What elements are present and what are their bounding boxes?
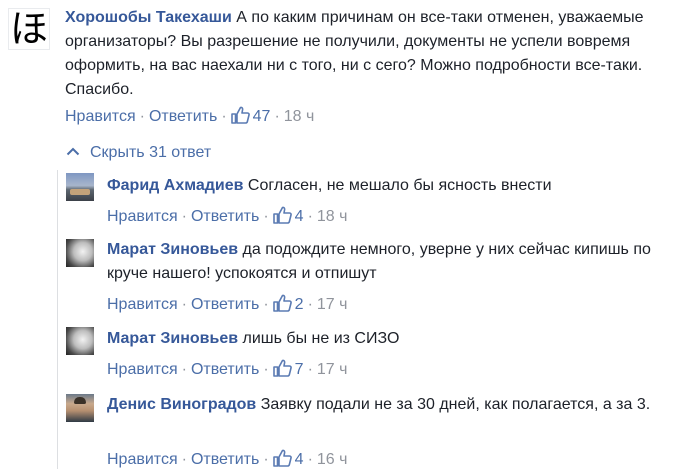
comment-body: Хорошобы Такехаши А по каким причинам он… — [65, 6, 665, 102]
separator: · — [307, 451, 313, 468]
separator: · — [263, 296, 269, 313]
hide-replies-toggle[interactable]: Скрыть 31 ответ — [66, 141, 211, 164]
separator: · — [274, 108, 280, 125]
timestamp[interactable]: 16 ч — [317, 451, 348, 468]
reply-button[interactable]: Ответить — [191, 208, 259, 225]
thumbs-up-icon — [272, 206, 292, 229]
like-count[interactable]: 47 — [253, 108, 271, 125]
separator: · — [307, 208, 313, 225]
separator: · — [181, 361, 187, 378]
reply-body: Фарид Ахмадиев Согласен, не мешало бы яс… — [107, 174, 667, 198]
separator: · — [263, 451, 269, 468]
timestamp[interactable]: 17 ч — [317, 361, 348, 378]
avatar[interactable]: ほ — [8, 8, 50, 50]
like-count[interactable]: 4 — [295, 451, 304, 468]
reply-text: лишь бы не из СИЗО — [242, 330, 400, 347]
reply: Фарид Ахмадиев Согласен, не мешало бы яс… — [0, 170, 675, 230]
thumbs-up-icon — [230, 106, 250, 129]
reply-author[interactable]: Марат Зиновьев — [107, 241, 238, 258]
avatar[interactable] — [66, 327, 94, 355]
timestamp[interactable]: 17 ч — [317, 296, 348, 313]
separator: · — [181, 451, 187, 468]
separator: · — [181, 208, 187, 225]
reply-body: Марат Зиновьев лишь бы не из СИЗО — [107, 327, 667, 351]
separator: · — [307, 296, 313, 313]
thumbs-up-icon — [272, 294, 292, 317]
separator: · — [263, 361, 269, 378]
avatar[interactable] — [66, 173, 94, 201]
like-button[interactable]: Нравится — [107, 208, 178, 225]
reply-text: Согласен, не мешало бы ясность внести — [247, 177, 552, 194]
reply-button[interactable]: Ответить — [149, 108, 217, 125]
avatar[interactable] — [66, 394, 94, 422]
comment-author[interactable]: Хорошобы Такехаши — [65, 9, 232, 26]
main-comment: ほ Хорошобы Такехаши А по каким причинам … — [0, 0, 675, 135]
reply-actions: Нравится · Ответить · 4 · 18 ч — [107, 206, 347, 229]
like-button[interactable]: Нравится — [65, 108, 136, 125]
timestamp[interactable]: 18 ч — [317, 208, 348, 225]
chevron-up-icon — [66, 141, 80, 163]
reply: Денис Виноградов Заявку подали не за 30 … — [0, 388, 675, 469]
reply-author[interactable]: Фарид Ахмадиев — [107, 177, 243, 194]
like-button[interactable]: Нравится — [107, 451, 178, 468]
reply-button[interactable]: Ответить — [191, 451, 259, 468]
reply-text: Заявку подали не за 30 дней, как полагае… — [260, 396, 651, 413]
separator: · — [221, 108, 227, 125]
reply-actions: Нравится · Ответить · 7 · 17 ч — [107, 359, 347, 382]
separator: · — [263, 208, 269, 225]
comment-actions: Нравится · Ответить · 47 · 18 ч — [65, 106, 314, 129]
like-count[interactable]: 4 — [295, 208, 304, 225]
hide-replies-label: Скрыть 31 ответ — [90, 144, 212, 161]
like-count[interactable]: 7 — [295, 361, 304, 378]
reply: Марат Зиновьев лишь бы не из СИЗО Нравит… — [0, 322, 675, 384]
avatar[interactable] — [66, 239, 94, 267]
reply-body: Денис Виноградов Заявку подали не за 30 … — [107, 393, 667, 417]
like-button[interactable]: Нравится — [107, 296, 178, 313]
reply-body: Марат Зиновьев да подождите немного, уве… — [107, 238, 667, 286]
hiragana-ho-logo: ほ — [9, 8, 48, 50]
reply-author[interactable]: Денис Виноградов — [107, 396, 256, 413]
reply-button[interactable]: Ответить — [191, 296, 259, 313]
separator: · — [139, 108, 145, 125]
timestamp[interactable]: 18 ч — [284, 108, 315, 125]
separator: · — [307, 361, 313, 378]
reply-author[interactable]: Марат Зиновьев — [107, 330, 238, 347]
reply-button[interactable]: Ответить — [191, 361, 259, 378]
like-button[interactable]: Нравится — [107, 361, 178, 378]
reply: Марат Зиновьев да подождите немного, уве… — [0, 232, 675, 320]
reply-actions: Нравится · Ответить · 2 · 17 ч — [107, 294, 347, 317]
like-count[interactable]: 2 — [295, 296, 304, 313]
thumbs-up-icon — [272, 359, 292, 382]
separator: · — [181, 296, 187, 313]
